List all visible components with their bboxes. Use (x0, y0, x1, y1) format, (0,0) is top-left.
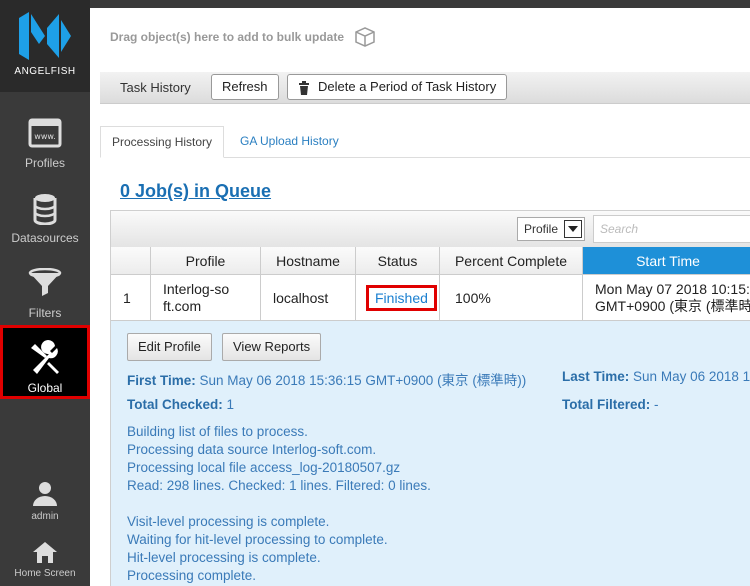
sidebar-item-profiles[interactable]: www. Profiles (0, 100, 90, 174)
table-row[interactable]: 1 Interlog-soft.com localhost Finished 1… (111, 275, 750, 321)
database-icon (33, 194, 57, 226)
trash-icon (299, 80, 309, 95)
row-start-time: Mon May 07 2018 10:15: GMT+0900 (東京 (標準時 (583, 275, 750, 320)
grid-toolbar: Profile Search (111, 211, 750, 247)
toolbar-title: Task History (120, 80, 191, 95)
first-time-label: First Time: (127, 373, 196, 388)
home-icon (33, 542, 57, 563)
column-header-status[interactable]: Status (356, 247, 440, 274)
sidebar: ANGELFISH www. Profiles Datasources Filt… (0, 0, 90, 586)
refresh-button[interactable]: Refresh (211, 74, 279, 100)
last-time-label: Last Time: (562, 369, 630, 384)
column-header-profile[interactable]: Profile (151, 247, 261, 274)
grid-header: Profile Hostname Status Percent Complete… (111, 247, 750, 275)
bulk-update-dropzone[interactable]: Drag object(s) here to add to bulk updat… (90, 8, 750, 68)
home-label: Home Screen (14, 568, 76, 579)
row-percent: 100% (440, 275, 583, 320)
top-strip (90, 0, 750, 8)
sidebar-item-label: Global (27, 381, 63, 395)
total-filtered-label: Total Filtered: (562, 397, 651, 412)
queue-count-link[interactable]: 0 Job(s) in Queue (120, 181, 271, 202)
sidebar-item-label: Filters (28, 306, 62, 320)
tab-ga-upload-history[interactable]: GA Upload History (229, 126, 350, 158)
browser-window-icon: www. (28, 118, 62, 148)
angelfish-logo-icon (19, 12, 71, 60)
tab-processing-history[interactable]: Processing History (100, 126, 225, 158)
funnel-icon (28, 267, 62, 296)
row-number: 1 (111, 275, 151, 320)
sidebar-item-filters[interactable]: Filters (0, 250, 90, 324)
row-status: Finished (356, 275, 440, 320)
log-line: Processing local file access_log-2018050… (127, 460, 401, 475)
sidebar-item-global[interactable]: Global (0, 325, 90, 399)
total-filtered-value: - (654, 397, 659, 412)
search-input[interactable]: Search (593, 215, 750, 243)
log-line: Building list of files to process. (127, 424, 308, 439)
log-line: Waiting for hit-level processing to comp… (127, 532, 388, 547)
sidebar-item-label: Profiles (24, 156, 65, 170)
task-history-toolbar: Task History Refresh Delete a Period of … (100, 72, 750, 104)
user-menu[interactable]: admin (0, 480, 90, 522)
first-time-value: Sun May 06 2018 15:36:15 GMT+0900 (東京 (標… (199, 373, 527, 388)
total-checked-value: 1 (226, 397, 235, 412)
log-line: Processing data source Interlog-soft.com… (127, 442, 377, 457)
view-reports-button[interactable]: View Reports (222, 333, 322, 361)
wrench-screwdriver-icon (31, 340, 59, 374)
user-icon (33, 482, 57, 506)
log-line: Read: 298 lines. Checked: 1 lines. Filte… (127, 478, 431, 493)
column-header-percent[interactable]: Percent Complete (440, 247, 583, 274)
total-filtered-line: Total Filtered: - (562, 397, 659, 412)
sidebar-item-datasources[interactable]: Datasources (0, 175, 90, 249)
row-profile-name: Interlog-soft.com (163, 280, 230, 314)
box-icon (355, 27, 375, 47)
dropzone-text: Drag object(s) here to add to bulk updat… (110, 30, 345, 44)
logo-text: ANGELFISH (14, 66, 76, 77)
last-time-value: Sun May 06 2018 1 (633, 369, 750, 384)
first-time-line: First Time: Sun May 06 2018 15:36:15 GMT… (127, 369, 526, 389)
task-grid: Profile Search Profile Hostname Status P… (110, 210, 750, 586)
angelfish-logo[interactable]: ANGELFISH (0, 0, 90, 92)
last-time-line: Last Time: Sun May 06 2018 1 (562, 369, 750, 384)
column-header-number[interactable] (111, 247, 151, 274)
filter-field-select[interactable]: Profile (517, 217, 585, 241)
column-header-hostname[interactable]: Hostname (261, 247, 356, 274)
log-line: Processing complete. (127, 568, 257, 583)
svg-text:www.: www. (34, 132, 55, 141)
user-label: admin (31, 511, 59, 522)
log-line: Visit-level processing is complete. (127, 514, 330, 529)
status-finished-link[interactable]: Finished (366, 284, 437, 311)
sidebar-item-label: Datasources (11, 231, 79, 245)
chevron-down-icon (564, 220, 582, 238)
log-line: Hit-level processing is complete. (127, 550, 321, 565)
row-profile: Interlog-soft.com (151, 275, 261, 320)
home-screen-link[interactable]: Home Screen (0, 540, 90, 579)
row-hostname: localhost (261, 275, 356, 320)
filter-field-value: Profile (524, 222, 559, 236)
row-start-time-line1: Mon May 07 2018 10:15: (595, 281, 750, 297)
total-checked-line: Total Checked: 1 (127, 397, 234, 412)
column-header-start-time[interactable]: Start Time (583, 247, 750, 274)
delete-period-label: Delete a Period of Task History (318, 79, 497, 94)
row-start-time-line2: GMT+0900 (東京 (標準時 (595, 298, 750, 314)
task-details-panel: Edit Profile View Reports First Time: Su… (111, 321, 750, 586)
edit-profile-button[interactable]: Edit Profile (127, 333, 212, 361)
total-checked-label: Total Checked: (127, 397, 223, 412)
delete-period-button[interactable]: Delete a Period of Task History (287, 74, 508, 100)
